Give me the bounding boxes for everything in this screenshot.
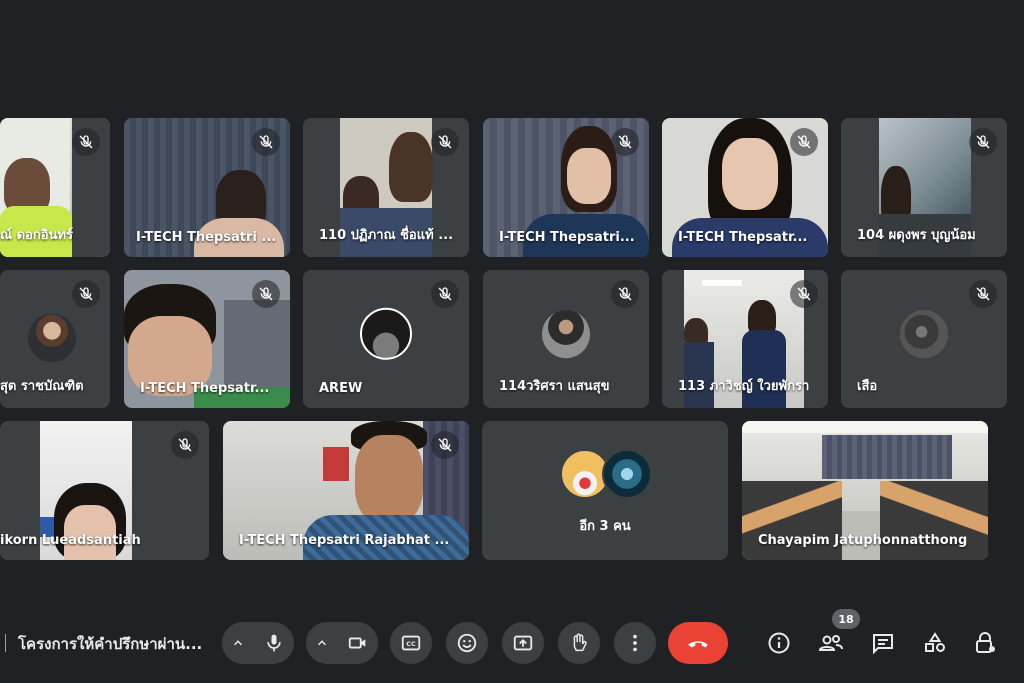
chevron-up-icon bbox=[233, 640, 243, 646]
participant-tile[interactable]: 110 ปฏิภาณ ชื่อแท้ ... bbox=[303, 118, 469, 257]
mic-off-icon bbox=[969, 280, 997, 308]
participant-name: I-TECH Thepsatr... bbox=[140, 381, 270, 396]
people-icon bbox=[818, 635, 843, 651]
camera-button[interactable] bbox=[338, 622, 378, 664]
participant-name: 114วริศรา แสนสุข bbox=[499, 379, 610, 394]
host-controls-button[interactable] bbox=[964, 622, 1006, 664]
participant-name: I-TECH Thepsatri... bbox=[499, 230, 635, 245]
participant-name: Chayapim Jatuphonnatthong bbox=[758, 533, 968, 548]
people-button[interactable] bbox=[810, 622, 852, 664]
raise-hand-button[interactable] bbox=[558, 622, 600, 664]
participant-name: I-TECH Thepsatri ... bbox=[136, 230, 277, 245]
mic-off-icon bbox=[72, 128, 100, 156]
hang-up-icon bbox=[688, 641, 708, 648]
avatar bbox=[542, 310, 590, 359]
mic-off-icon bbox=[252, 280, 280, 308]
audio-control-group bbox=[222, 622, 294, 664]
participant-tile[interactable]: I-TECH Thepsatri Rajabhat ... bbox=[223, 421, 469, 560]
chat-button[interactable] bbox=[862, 622, 904, 664]
avatar bbox=[360, 307, 412, 360]
divider bbox=[5, 634, 6, 652]
chat-icon bbox=[873, 634, 893, 655]
participant-tile[interactable]: I-TECH Thepsatri... bbox=[483, 118, 649, 257]
mic-off-icon bbox=[252, 128, 280, 156]
avatar bbox=[602, 449, 652, 499]
activities-button[interactable] bbox=[914, 622, 956, 664]
present-screen-icon bbox=[513, 635, 533, 651]
participant-name: สุต ราชบัณฑิต bbox=[0, 379, 84, 394]
mic-off-icon bbox=[611, 128, 639, 156]
video-options-button[interactable] bbox=[306, 622, 338, 664]
participant-tile[interactable]: I-TECH Thepsatr... bbox=[124, 270, 290, 408]
participant-tile[interactable]: Chayapim Jatuphonnatthong bbox=[742, 421, 988, 560]
participant-name: เสือ bbox=[857, 379, 878, 394]
meeting-title: โครงการให้คำปรึกษาผ่าน... bbox=[18, 635, 203, 653]
avatar bbox=[900, 310, 948, 359]
raise-hand-icon bbox=[573, 633, 587, 652]
mic-off-icon bbox=[72, 280, 100, 308]
participant-tile[interactable]: 114วริศรา แสนสุข bbox=[483, 270, 649, 408]
participant-name: 110 ปฏิภาณ ชื่อแท้ ... bbox=[319, 228, 454, 243]
participant-tile[interactable]: สุต ราชบัณฑิต bbox=[0, 270, 110, 408]
more-participants-label: อีก 3 คน bbox=[579, 519, 631, 534]
svg-text:CC: CC bbox=[406, 640, 416, 648]
mic-off-icon bbox=[969, 128, 997, 156]
participant-name: 113 ภาวิชญ์ ใวยพักรา bbox=[678, 379, 810, 394]
camera-icon bbox=[348, 637, 366, 649]
participant-tile[interactable]: I-TECH Thepsatri ... bbox=[124, 118, 290, 257]
participant-tile[interactable]: ณ์ ดอกอินทร์ bbox=[0, 118, 110, 257]
mic-off-icon bbox=[790, 280, 818, 308]
reactions-button[interactable] bbox=[446, 622, 488, 664]
participant-tile[interactable]: ikorn Lueadsantiah bbox=[0, 421, 209, 560]
participant-name: 104 ผดุงพร บุญน้อม bbox=[857, 228, 976, 243]
activities-shapes-icon bbox=[925, 632, 945, 652]
video-control-group bbox=[306, 622, 378, 664]
mic-off-icon bbox=[431, 431, 459, 459]
info-icon bbox=[768, 632, 790, 654]
participant-name: I-TECH Thepsatri Rajabhat ... bbox=[239, 533, 450, 548]
present-screen-button[interactable] bbox=[502, 622, 544, 664]
participant-tile[interactable]: 104 ผดุงพร บุญน้อม bbox=[841, 118, 1007, 257]
emoji-icon bbox=[457, 633, 477, 653]
microphone-button[interactable] bbox=[254, 622, 294, 664]
more-participants-tile[interactable]: อีก 3 คน bbox=[482, 421, 728, 560]
chevron-up-icon bbox=[317, 640, 327, 646]
audio-options-button[interactable] bbox=[222, 622, 254, 664]
participant-name: AREW bbox=[319, 381, 363, 396]
participant-name: ikorn Lueadsantiah bbox=[0, 533, 141, 548]
mic-off-icon bbox=[171, 431, 199, 459]
participant-name: ณ์ ดอกอินทร์ bbox=[0, 228, 73, 243]
participant-tile[interactable]: AREW bbox=[303, 270, 469, 408]
mic-off-icon bbox=[431, 280, 459, 308]
more-options-button[interactable] bbox=[614, 622, 656, 664]
avatar bbox=[28, 314, 76, 362]
participant-tile[interactable]: I-TECH Thepsatr... bbox=[662, 118, 828, 257]
participant-tile[interactable]: 113 ภาวิชญ์ ใวยพักรา bbox=[662, 270, 828, 408]
lock-person-icon bbox=[976, 632, 995, 653]
mic-off-icon bbox=[790, 128, 818, 156]
meeting-details-button[interactable] bbox=[758, 622, 800, 664]
leave-call-button[interactable] bbox=[668, 622, 728, 664]
closed-captions-icon: CC bbox=[401, 635, 421, 651]
participant-name: I-TECH Thepsatr... bbox=[678, 230, 808, 245]
mic-off-icon bbox=[611, 280, 639, 308]
microphone-icon bbox=[267, 634, 281, 652]
mic-off-icon bbox=[431, 128, 459, 156]
more-vertical-icon bbox=[633, 634, 637, 652]
captions-button[interactable]: CC bbox=[390, 622, 432, 664]
participant-tile[interactable]: เสือ bbox=[841, 270, 1007, 408]
